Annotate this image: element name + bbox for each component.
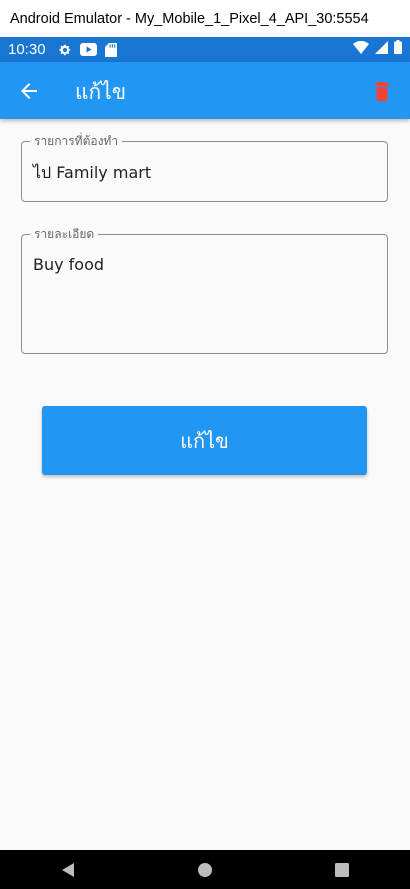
page-title: แก้ไข <box>75 80 127 104</box>
youtube-icon <box>79 43 97 56</box>
edit-submit-button[interactable]: แก้ไข <box>42 406 367 475</box>
detail-field-value[interactable]: Buy food <box>33 255 104 274</box>
window-title: Android Emulator - My_Mobile_1_Pixel_4_A… <box>0 0 410 37</box>
system-nav-bar <box>0 850 410 889</box>
battery-icon <box>394 40 402 59</box>
task-field[interactable]: รายการที่ต้องทำ ไป Family mart <box>21 133 388 202</box>
detail-field[interactable]: รายละเอียด Buy food <box>21 226 388 354</box>
home-circle-icon[interactable] <box>185 850 225 889</box>
trash-icon <box>375 82 389 101</box>
app-bar: แก้ไข <box>0 62 410 119</box>
gear-icon <box>58 43 72 57</box>
detail-field-label: รายละเอียด <box>30 226 99 242</box>
sd-card-icon <box>104 42 117 57</box>
status-time: 10:30 <box>8 41 46 58</box>
cell-signal-icon <box>375 40 388 59</box>
recents-square-icon[interactable] <box>322 850 362 889</box>
back-triangle-icon[interactable] <box>48 850 88 889</box>
status-bar: 10:30 <box>0 37 410 62</box>
task-field-label: รายการที่ต้องทำ <box>30 133 123 149</box>
back-arrow-icon[interactable] <box>17 79 41 103</box>
task-field-value[interactable]: ไป Family mart <box>33 161 151 186</box>
delete-button[interactable] <box>372 81 392 101</box>
wifi-icon <box>353 40 369 59</box>
